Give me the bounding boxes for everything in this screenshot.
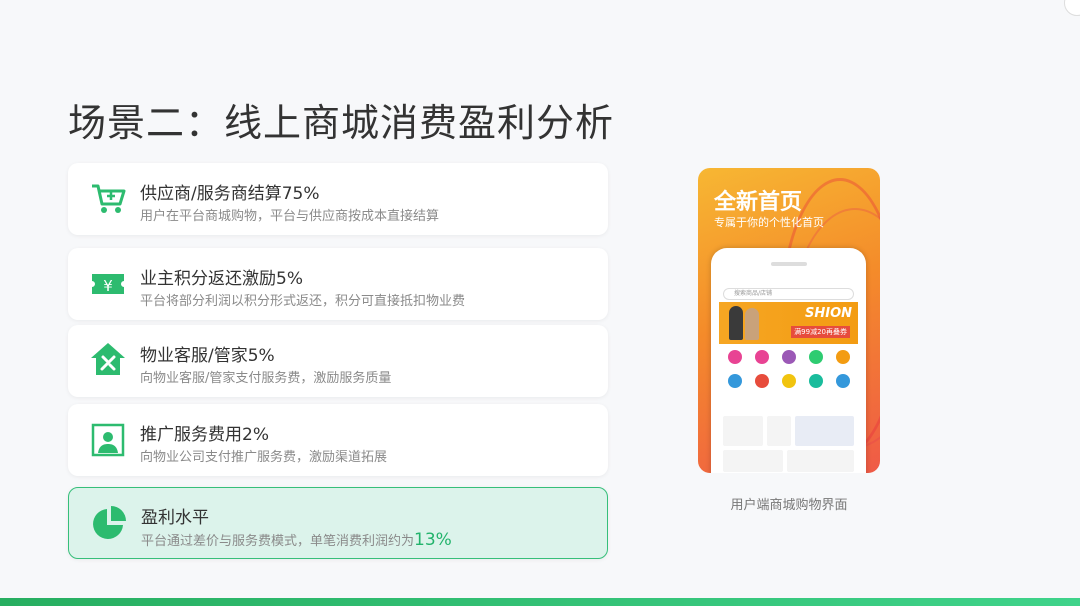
card-description: 向物业客服/管家支付服务费，激励服务质量: [140, 371, 392, 386]
corner-control[interactable]: [1064, 0, 1080, 16]
banner-brand: SHION: [804, 306, 852, 321]
pie-chart-icon: [93, 506, 126, 539]
card-heading: 业主积分返还激励5%: [140, 269, 303, 289]
category-item: [723, 350, 747, 364]
product-tile: [795, 416, 854, 446]
card-promotion-fee: 推广服务费用2% 向物业公司支付推广服务费，激励渠道拓展: [68, 404, 608, 476]
phone-screen: 搜索商品/店铺 SHION 满99减20再叠券: [719, 286, 858, 473]
yen-ticket-icon: ¥: [92, 274, 124, 295]
bottom-accent-bar: [0, 598, 1080, 606]
product-tile: [767, 416, 791, 446]
person-frame-icon: [91, 423, 125, 457]
card-property-service: 物业客服/管家5% 向物业客服/管家支付服务费，激励服务质量: [68, 325, 608, 397]
category-item: [831, 374, 855, 388]
category-item: [831, 350, 855, 364]
category-item: [750, 374, 774, 388]
card-supplier-settlement: 供应商/服务商结算75% 用户在平台商城购物，平台与供应商按成本直接结算: [68, 163, 608, 235]
phone-device: 搜索商品/店铺 SHION 满99减20再叠券: [711, 248, 866, 473]
app-preview-image: 全新首页 专属于你的个性化首页 搜索商品/店铺 SHION 满99减20再叠券: [698, 168, 880, 473]
model-figure: [745, 308, 759, 340]
card-description: 平台通过差价与服务费模式，单笔消费利润约为13%: [141, 530, 452, 550]
product-section: [723, 416, 854, 473]
svg-text:¥: ¥: [103, 277, 113, 295]
page-title: 场景二：线上商城消费盈利分析: [68, 101, 615, 145]
card-description: 用户在平台商城购物，平台与供应商按成本直接结算: [140, 209, 440, 224]
category-item: [804, 374, 828, 388]
preview-title: 全新首页: [714, 190, 803, 215]
card-description: 向物业公司支付推广服务费，激励渠道拓展: [140, 450, 388, 465]
card-points-rebate: ¥ 业主积分返还激励5% 平台将部分利润以积分形式返还，积分可直接抵扣物业费: [68, 248, 608, 320]
category-item: [723, 374, 747, 388]
card-heading: 物业客服/管家5%: [140, 346, 275, 366]
card-profit-level: 盈利水平 平台通过差价与服务费模式，单笔消费利润约为13%: [68, 487, 608, 559]
card-heading: 供应商/服务商结算75%: [140, 184, 320, 204]
category-item: [777, 374, 801, 388]
category-item: [750, 350, 774, 364]
product-tile: [787, 450, 854, 472]
search-bar: 搜索商品/店铺: [723, 288, 854, 300]
category-item: [777, 350, 801, 364]
preview-subtitle: 专属于你的个性化首页: [714, 216, 824, 229]
card-heading: 推广服务费用2%: [140, 425, 269, 445]
preview-caption: 用户端商城购物界面: [730, 498, 848, 513]
model-figure: [729, 306, 743, 340]
banner-badge: 满99减20再叠券: [791, 326, 850, 338]
profit-percentage: 13%: [414, 530, 452, 550]
product-tile: [723, 416, 763, 446]
promo-banner: SHION 满99减20再叠券: [719, 302, 858, 344]
phone-speaker: [771, 262, 807, 266]
profit-description: 平台通过差价与服务费模式，单笔消费利润约为: [141, 534, 415, 549]
cart-plus-icon: [92, 184, 126, 213]
category-item: [804, 350, 828, 364]
house-tools-icon: [91, 343, 125, 375]
card-heading: 盈利水平: [141, 508, 209, 528]
slide: 场景二：线上商城消费盈利分析 供应商/服务商结算75% 用户在平台商城购物，平台…: [0, 0, 1080, 606]
product-tile: [723, 450, 783, 472]
card-description: 平台将部分利润以积分形式返还，积分可直接抵扣物业费: [140, 294, 466, 309]
